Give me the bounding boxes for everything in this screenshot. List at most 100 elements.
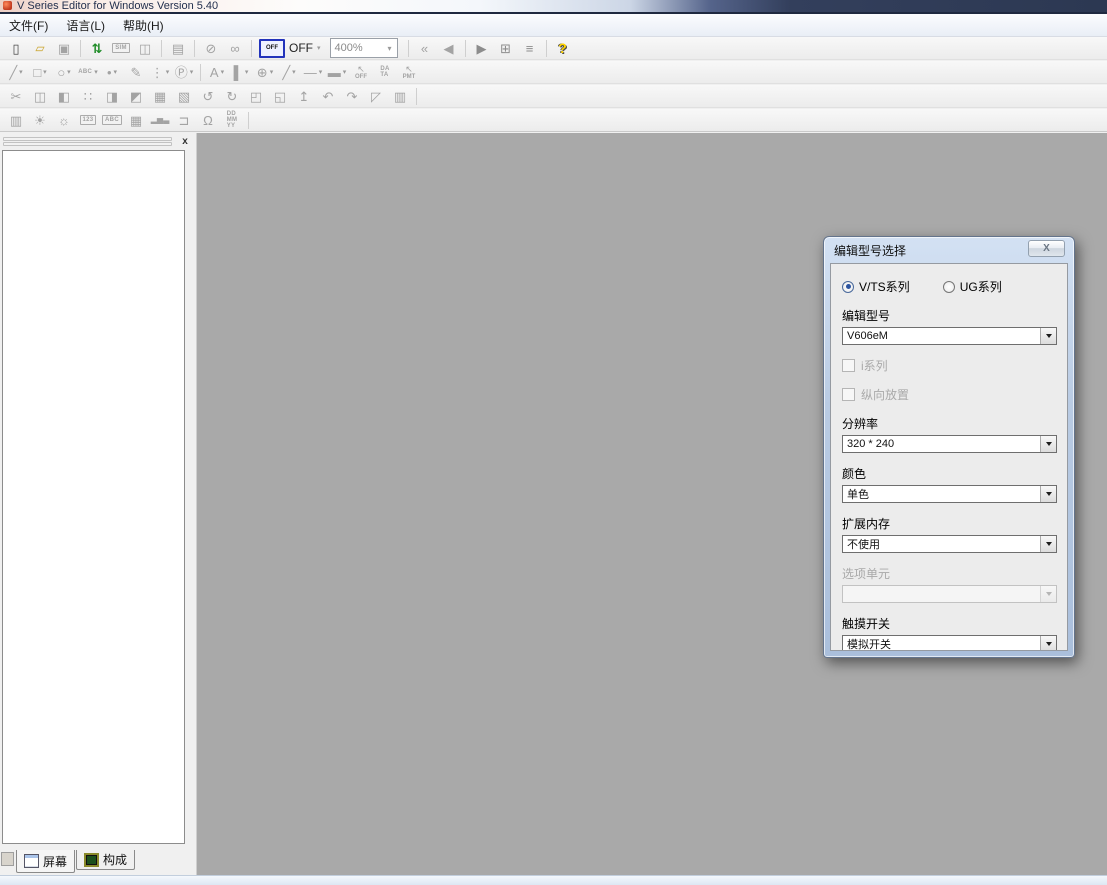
panel-close-icon[interactable]: x bbox=[178, 134, 192, 148]
tab-screen[interactable]: 屏幕 bbox=[16, 850, 75, 873]
chevron-down-icon bbox=[1040, 636, 1056, 651]
toolbar-parts: ▥☀☼123ABC▦▂▅▃⊐ΩDD MM YY bbox=[0, 109, 1107, 132]
edit-model-dialog: 编辑型号选择 X V/TS系列 UG系列 编辑型号 V606eM i系列 纵向放… bbox=[823, 236, 1075, 658]
toolbar-separator bbox=[546, 40, 547, 57]
calculator-icon[interactable]: ▦ bbox=[125, 110, 147, 130]
circle-tool-icon[interactable]: ○▾ bbox=[53, 62, 75, 82]
screen-list-area[interactable] bbox=[2, 150, 185, 844]
bring-to-front-icon[interactable]: ◨ bbox=[101, 86, 123, 106]
date-icon[interactable]: DD MM YY bbox=[221, 110, 243, 130]
rotate-right-icon[interactable]: ↻ bbox=[221, 86, 243, 106]
globe-tool-icon[interactable]: ⊕▾ bbox=[254, 62, 276, 82]
tab-composition[interactable]: 构成 bbox=[76, 850, 135, 870]
back-arrow-icon[interactable]: ◀ bbox=[438, 38, 460, 58]
graph-icon[interactable]: ▂▅▃ bbox=[149, 110, 171, 130]
model-combobox[interactable]: V606eM bbox=[842, 327, 1057, 345]
screen-grid-icon[interactable]: ⊞ bbox=[495, 38, 517, 58]
send-to-back-icon[interactable]: ◩ bbox=[125, 86, 147, 106]
tab-corner-box bbox=[1, 852, 14, 866]
radio-ug-series[interactable] bbox=[943, 281, 955, 293]
copy-icon[interactable]: ◫ bbox=[29, 86, 51, 106]
keypad-display-icon[interactable]: ▥ bbox=[5, 110, 27, 130]
text-tool-icon[interactable]: ABC▾ bbox=[77, 62, 99, 82]
redo-icon[interactable]: ↷ bbox=[341, 86, 363, 106]
option-unit-label: 选项单元 bbox=[842, 565, 1057, 582]
save-icon[interactable]: ▣ bbox=[53, 38, 75, 58]
bell-icon[interactable]: Ω bbox=[197, 110, 219, 130]
marker-tool-icon[interactable]: ▌▾ bbox=[230, 62, 252, 82]
data-display-icon[interactable]: DA TA bbox=[374, 62, 396, 82]
item-list-icon[interactable]: ≡ bbox=[519, 38, 541, 58]
option-unit-combobox bbox=[842, 585, 1057, 603]
toolbar-separator bbox=[416, 88, 417, 105]
rotate-left-icon[interactable]: ↺ bbox=[197, 86, 219, 106]
ruler-tool-icon[interactable]: ⋮▾ bbox=[149, 62, 171, 82]
paste-icon[interactable]: ◧ bbox=[53, 86, 75, 106]
cursor-pmt-icon[interactable]: ↖PMT bbox=[398, 62, 420, 82]
filled-rect-tool-icon[interactable]: ▬▾ bbox=[326, 62, 348, 82]
i-series-checkbox-row: i系列 bbox=[842, 357, 1057, 374]
component-icon[interactable]: ⊐ bbox=[173, 110, 195, 130]
touch-switch-combobox[interactable]: 模拟开关 bbox=[842, 635, 1057, 651]
lamp-icon[interactable]: ☀ bbox=[29, 110, 51, 130]
menu-help[interactable]: 帮助(H) bbox=[114, 14, 173, 36]
ext-memory-combobox[interactable]: 不使用 bbox=[842, 535, 1057, 553]
cut-icon[interactable]: ✂ bbox=[5, 86, 27, 106]
toolbar-standard: ▯▱▣ ⇅SIM◫ ▤ ⊘∞ OFF OFF ▾ 400% ▾ «◀ ▶⊞≡? bbox=[0, 37, 1107, 60]
dot-tool-icon[interactable]: •▾ bbox=[101, 62, 123, 82]
pin-icon[interactable]: ↥ bbox=[293, 86, 315, 106]
align-pattern-icon[interactable]: ◰ bbox=[245, 86, 267, 106]
alarm-icon[interactable]: ☼ bbox=[53, 110, 75, 130]
off-mode-button[interactable]: OFF OFF ▾ bbox=[259, 38, 321, 58]
dialog-close-button[interactable]: X bbox=[1028, 240, 1065, 257]
numeric-display-icon[interactable]: 123 bbox=[77, 110, 99, 130]
group-icon[interactable]: ▦ bbox=[149, 86, 171, 106]
paint-tool-icon[interactable]: ✎ bbox=[125, 62, 147, 82]
prev-screen-icon[interactable]: « bbox=[414, 38, 436, 58]
char-display-icon[interactable]: ABC bbox=[101, 110, 123, 130]
screen-transfer-icon[interactable]: ◫ bbox=[134, 38, 156, 58]
ungroup-icon[interactable]: ▧ bbox=[173, 86, 195, 106]
zoom-search-icon[interactable]: ⊘ bbox=[200, 38, 222, 58]
radio-vts-series[interactable] bbox=[842, 281, 854, 293]
radio-vts-series-label: V/TS系列 bbox=[859, 278, 910, 295]
multi-copy-icon[interactable]: ∷ bbox=[77, 86, 99, 106]
tab-screen-label: 屏幕 bbox=[43, 853, 67, 870]
pattern-p-tool-icon[interactable]: Ⓟ▾ bbox=[173, 62, 195, 82]
simulator-icon[interactable]: SIM bbox=[110, 38, 132, 58]
help-icon[interactable]: ? bbox=[552, 38, 574, 58]
touch-switch-label: 触摸开关 bbox=[842, 615, 1057, 632]
screen-list-panel: x 屏幕 构成 bbox=[0, 133, 197, 875]
window-title: V Series Editor for Windows Version 5.40 bbox=[17, 0, 218, 13]
print-icon[interactable]: ▤ bbox=[167, 38, 189, 58]
resolution-combobox[interactable]: 320 * 240 bbox=[842, 435, 1057, 453]
i-series-checkbox[interactable] bbox=[842, 359, 855, 372]
slant-line-tool-icon[interactable]: ╱▾ bbox=[278, 62, 300, 82]
binoculars-icon[interactable]: ∞ bbox=[224, 38, 246, 58]
chevron-down-icon bbox=[1040, 328, 1056, 344]
rectangle-tool-icon[interactable]: □▾ bbox=[29, 62, 51, 82]
model-value: V606eM bbox=[843, 330, 1040, 342]
cursor-off-icon[interactable]: ↖OFF bbox=[350, 62, 372, 82]
menu-language[interactable]: 语言(L) bbox=[57, 14, 114, 36]
menu-file[interactable]: 文件(F) bbox=[0, 14, 57, 36]
open-folder-icon[interactable]: ▱ bbox=[29, 38, 51, 58]
vertical-placement-checkbox[interactable] bbox=[842, 388, 855, 401]
off-icon: OFF bbox=[259, 39, 285, 58]
distribute-pattern-icon[interactable]: ◱ bbox=[269, 86, 291, 106]
screen-keypad-icon[interactable]: ▥ bbox=[389, 86, 411, 106]
select-icon[interactable]: ◸ bbox=[365, 86, 387, 106]
undo-icon[interactable]: ↶ bbox=[317, 86, 339, 106]
panel-gripper[interactable] bbox=[3, 137, 172, 147]
window-titlebar[interactable]: V Series Editor for Windows Version 5.40 bbox=[0, 0, 1107, 14]
transfer-icon[interactable]: ⇅ bbox=[86, 38, 108, 58]
zoom-level-combobox[interactable]: 400% ▾ bbox=[330, 38, 398, 58]
chevron-down-icon bbox=[1040, 436, 1056, 452]
forward-arrow-icon[interactable]: ▶ bbox=[471, 38, 493, 58]
line-tool-icon[interactable]: ╱▾ bbox=[5, 62, 27, 82]
touch-switch-value: 模拟开关 bbox=[843, 636, 1040, 651]
char-tool-icon[interactable]: A▾ bbox=[206, 62, 228, 82]
color-combobox[interactable]: 单色 bbox=[842, 485, 1057, 503]
new-document-icon[interactable]: ▯ bbox=[5, 38, 27, 58]
dash-line-tool-icon[interactable]: —▾ bbox=[302, 62, 324, 82]
